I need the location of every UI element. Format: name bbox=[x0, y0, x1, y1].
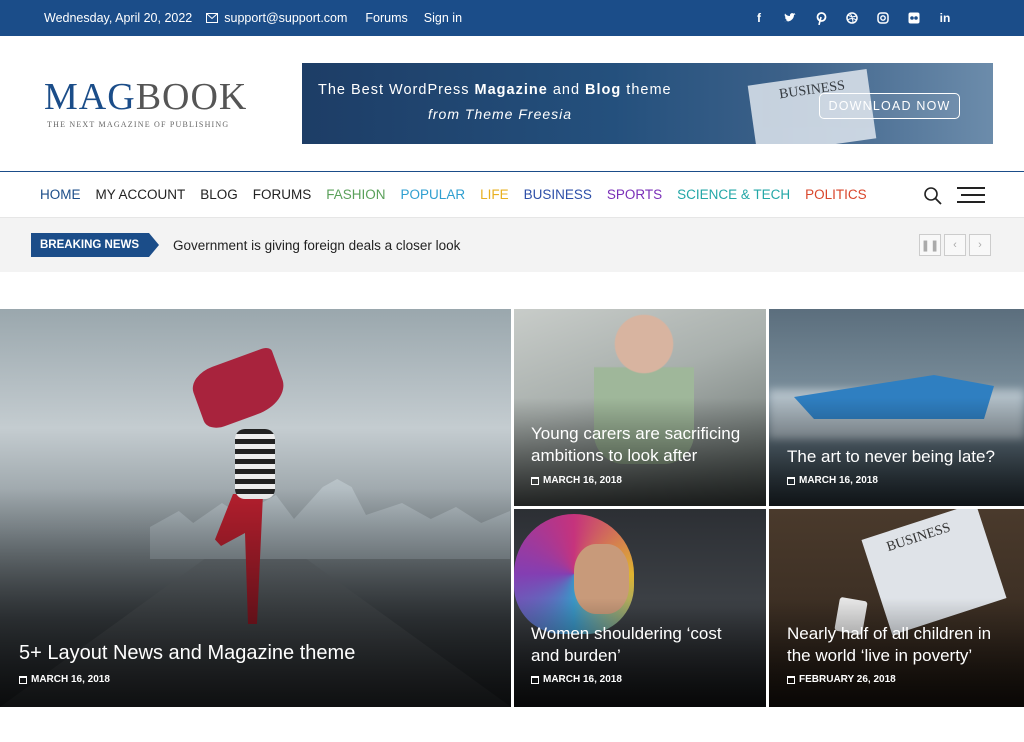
instagram-icon[interactable] bbox=[876, 11, 890, 25]
featured-post-main[interactable]: 5+ Layout News and Magazine theme MARCH … bbox=[0, 309, 511, 707]
top-link-sign-in[interactable]: Sign in bbox=[424, 11, 462, 25]
top-bar: Wednesday, April 20, 2022 support@suppor… bbox=[0, 0, 1024, 36]
featured-post-4[interactable]: Women shouldering ‘cost and burden’ MARC… bbox=[514, 509, 766, 707]
featured-post-2[interactable]: Young carers are sacrificing ambitions t… bbox=[514, 309, 766, 506]
calendar-icon bbox=[19, 675, 27, 684]
twitter-icon[interactable] bbox=[783, 11, 797, 25]
dribbble-icon[interactable] bbox=[845, 11, 859, 25]
nav-item-business[interactable]: BUSINESS bbox=[516, 187, 599, 202]
featured-post-5[interactable]: BUSINESS Nearly half of all children in … bbox=[769, 509, 1024, 707]
post-date: MARCH 16, 2018 bbox=[531, 475, 622, 486]
post-date: MARCH 16, 2018 bbox=[787, 475, 878, 486]
flickr-icon[interactable] bbox=[907, 11, 921, 25]
breaking-news-headline[interactable]: Government is giving foreign deals a clo… bbox=[173, 238, 460, 253]
support-email-text: support@support.com bbox=[224, 11, 348, 25]
calendar-icon bbox=[787, 675, 795, 684]
logo-mag: MAG bbox=[44, 76, 136, 118]
featured-post-3[interactable]: The art to never being late? MARCH 16, 2… bbox=[769, 309, 1024, 506]
nav-item-fashion[interactable]: FASHION bbox=[319, 187, 393, 202]
nav-item-popular[interactable]: POPULAR bbox=[393, 187, 473, 202]
mail-icon bbox=[206, 13, 219, 23]
top-link-forums[interactable]: Forums bbox=[365, 11, 407, 25]
post-date: MARCH 16, 2018 bbox=[531, 674, 622, 685]
post-title[interactable]: Women shouldering ‘cost and burden’ bbox=[531, 623, 741, 667]
support-email[interactable]: support@support.com bbox=[206, 11, 347, 25]
linkedin-icon[interactable]: in bbox=[938, 11, 952, 25]
nav-item-life[interactable]: LIFE bbox=[473, 187, 517, 202]
download-now-button[interactable]: DOWNLOAD NOW bbox=[819, 93, 960, 119]
chevron-right-icon[interactable]: › bbox=[969, 234, 991, 256]
facebook-icon[interactable]: f bbox=[752, 11, 766, 25]
calendar-icon bbox=[787, 476, 795, 485]
breaking-news-label: BREAKING NEWS bbox=[31, 233, 160, 257]
calendar-icon bbox=[531, 476, 539, 485]
calendar-icon bbox=[531, 675, 539, 684]
pinterest-icon[interactable] bbox=[814, 11, 828, 25]
post-title[interactable]: The art to never being late? bbox=[787, 446, 1017, 468]
ad-banner[interactable]: BUSINESS The Best WordPress Magazine and… bbox=[302, 63, 993, 144]
logo-book: BOOK bbox=[135, 76, 248, 118]
breaking-news-bar: BREAKING NEWS Government is giving forei… bbox=[0, 218, 1024, 272]
site-header: MAGBOOK THE NEXT MAGAZINE OF PUBLISHING … bbox=[0, 36, 1024, 171]
nav-item-politics[interactable]: POLITICS bbox=[798, 187, 875, 202]
banner-subline: from Theme Freesia bbox=[428, 106, 573, 122]
search-icon[interactable] bbox=[924, 187, 942, 205]
logo-tagline: THE NEXT MAGAZINE OF PUBLISHING bbox=[47, 120, 230, 129]
menu-toggle-icon[interactable] bbox=[957, 187, 985, 203]
chevron-left-icon[interactable]: ‹ bbox=[944, 234, 966, 256]
current-date: Wednesday, April 20, 2022 bbox=[44, 11, 193, 25]
post-title[interactable]: Nearly half of all children in the world… bbox=[787, 623, 1012, 667]
post-date: FEBRUARY 26, 2018 bbox=[787, 674, 896, 685]
nav-item-my-account[interactable]: MY ACCOUNT bbox=[88, 187, 193, 202]
nav-item-blog[interactable]: BLOG bbox=[193, 187, 246, 202]
nav-item-sports[interactable]: SPORTS bbox=[599, 187, 669, 202]
post-date: MARCH 16, 2018 bbox=[19, 674, 110, 685]
post-title[interactable]: 5+ Layout News and Magazine theme bbox=[19, 640, 355, 666]
site-logo[interactable]: MAGBOOK THE NEXT MAGAZINE OF PUBLISHING bbox=[44, 78, 302, 129]
main-navigation: HOME MY ACCOUNT BLOG FORUMS FASHION POPULAR LI… bbox=[0, 171, 1024, 218]
banner-headline: The Best WordPress Magazine and Blog the… bbox=[318, 82, 672, 98]
nav-item-forums[interactable]: FORUMS bbox=[245, 187, 319, 202]
pause-icon[interactable]: ❚❚ bbox=[919, 234, 941, 256]
nav-item-home[interactable]: HOME bbox=[40, 187, 88, 202]
post-title[interactable]: Young carers are sacrificing ambitions t… bbox=[531, 423, 751, 467]
nav-item-science-tech[interactable]: SCIENCE & TECH bbox=[670, 187, 798, 202]
featured-posts-grid: 5+ Layout News and Magazine theme MARCH … bbox=[0, 309, 1024, 707]
